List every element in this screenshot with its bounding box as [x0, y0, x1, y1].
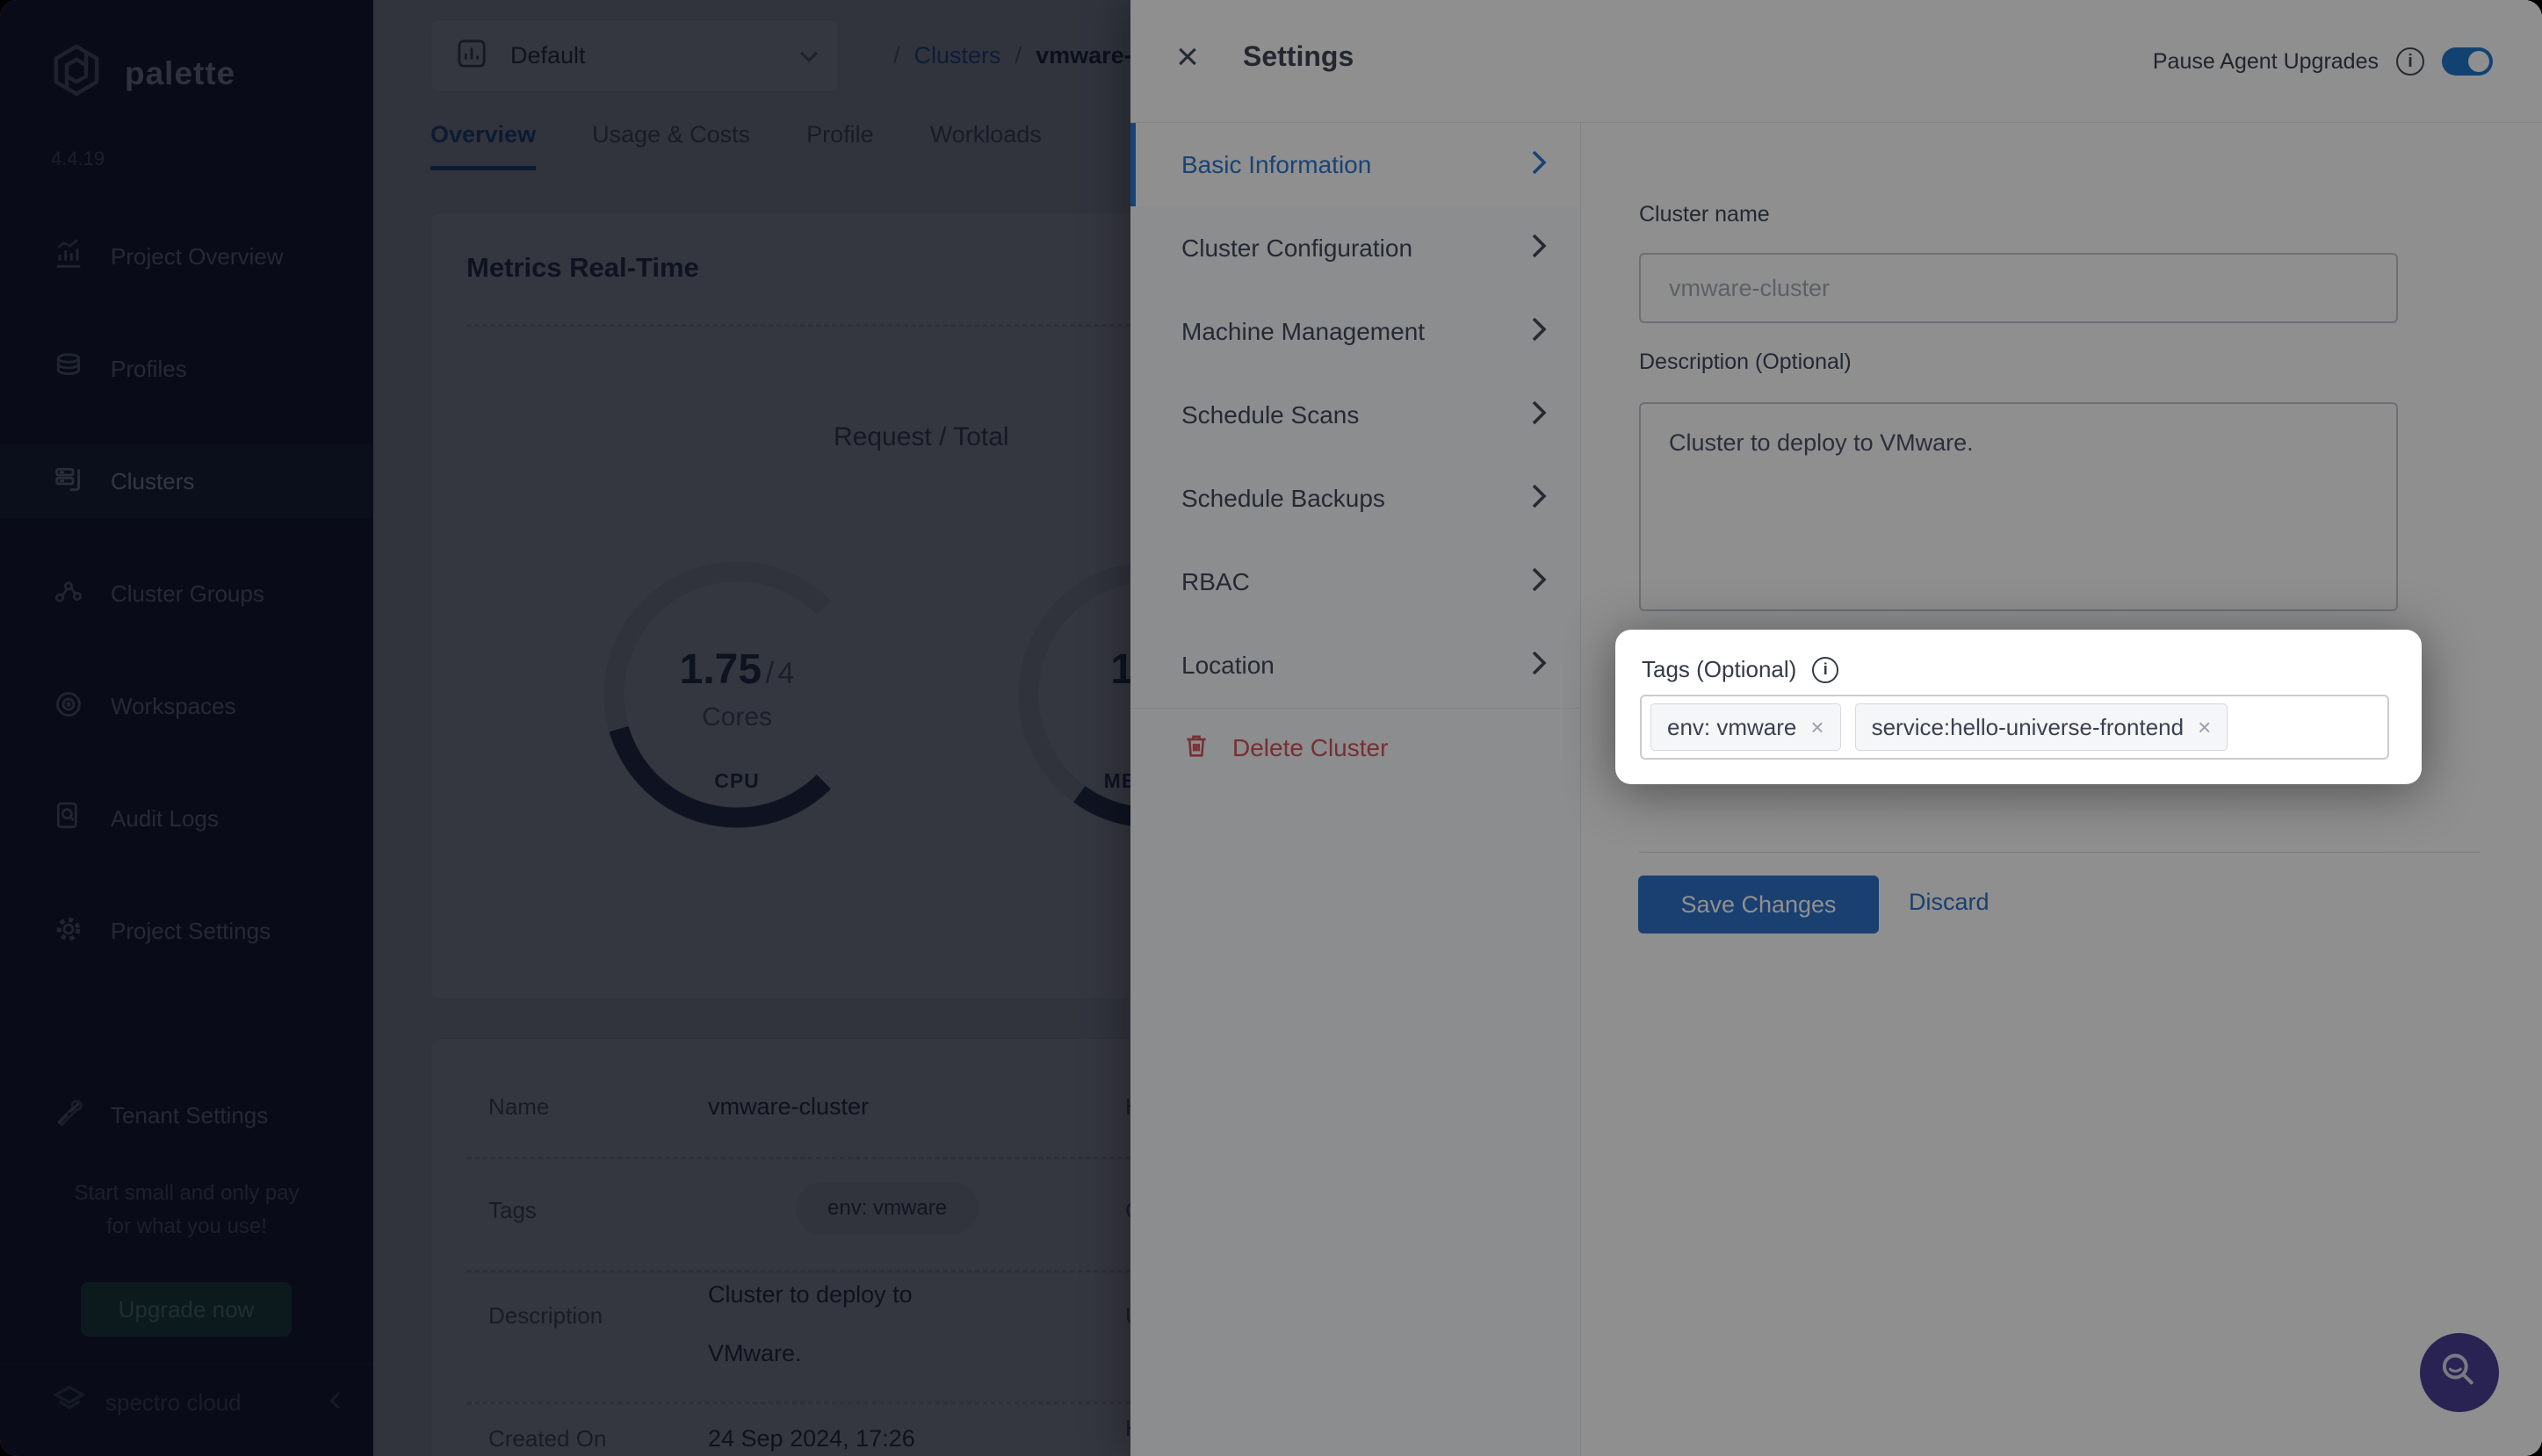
- tag-chip-service-hello-universe-frontend: service:hello-universe-frontend ×: [1855, 703, 2228, 751]
- description-label: Description (Optional): [1639, 350, 1852, 375]
- app-screen: palette 4.4.19 Project Overview Profiles…: [0, 0, 2542, 1456]
- settings-nav-location[interactable]: Location: [1130, 623, 1580, 707]
- settings-nav-rbac[interactable]: RBAC: [1130, 540, 1580, 623]
- cluster-name-input[interactable]: [1639, 253, 2398, 323]
- settings-nav-schedule-scans[interactable]: Schedule Scans: [1130, 373, 1580, 457]
- info-icon[interactable]: i: [1812, 657, 1838, 683]
- chevron-right-icon: [1531, 233, 1547, 263]
- info-icon[interactable]: i: [2396, 47, 2424, 76]
- search-icon: [2437, 1349, 2482, 1397]
- chevron-right-icon: [1531, 316, 1547, 347]
- remove-tag-icon[interactable]: ×: [2198, 714, 2211, 741]
- chevron-right-icon: [1531, 650, 1547, 681]
- chevron-right-icon: [1531, 483, 1547, 514]
- cluster-name-label: Cluster name: [1639, 202, 1770, 227]
- pause-agent-upgrades-toggle[interactable]: [2442, 47, 2493, 76]
- settings-nav-cluster-configuration[interactable]: Cluster Configuration: [1130, 206, 1580, 290]
- tags-label: Tags (Optional): [1642, 656, 1796, 683]
- nav-divider: [1130, 708, 1580, 709]
- settings-nav-basic-information[interactable]: Basic Information: [1130, 123, 1580, 206]
- close-icon[interactable]: ×: [1166, 35, 1210, 79]
- tag-chip-env-vmware: env: vmware ×: [1650, 703, 1841, 751]
- save-changes-button[interactable]: Save Changes: [1638, 876, 1879, 933]
- settings-nav: Basic Information Cluster Configuration …: [1130, 123, 1581, 1456]
- delete-cluster-button[interactable]: Delete Cluster: [1181, 731, 1388, 765]
- tags-spotlight-section: Tags (Optional) i env: vmware × service:…: [1615, 630, 2422, 784]
- settings-nav-schedule-backups[interactable]: Schedule Backups: [1130, 457, 1580, 540]
- trash-icon: [1181, 731, 1211, 765]
- search-assist-fab[interactable]: [2420, 1333, 2499, 1412]
- remove-tag-icon[interactable]: ×: [1810, 714, 1823, 741]
- discard-button[interactable]: Discard: [1909, 889, 1990, 916]
- chevron-right-icon: [1531, 149, 1547, 180]
- description-textarea[interactable]: Cluster to deploy to VMware.: [1639, 402, 2398, 611]
- settings-title: Settings: [1243, 40, 1354, 73]
- chevron-right-icon: [1531, 566, 1547, 597]
- pause-agent-upgrades-label: Pause Agent Upgrades: [2153, 49, 2379, 75]
- chevron-right-icon: [1531, 400, 1547, 430]
- tags-input[interactable]: env: vmware × service:hello-universe-fro…: [1640, 695, 2389, 760]
- toggle-knob: [2468, 51, 2489, 72]
- form-divider: [1639, 852, 2480, 853]
- settings-nav-machine-management[interactable]: Machine Management: [1130, 290, 1580, 373]
